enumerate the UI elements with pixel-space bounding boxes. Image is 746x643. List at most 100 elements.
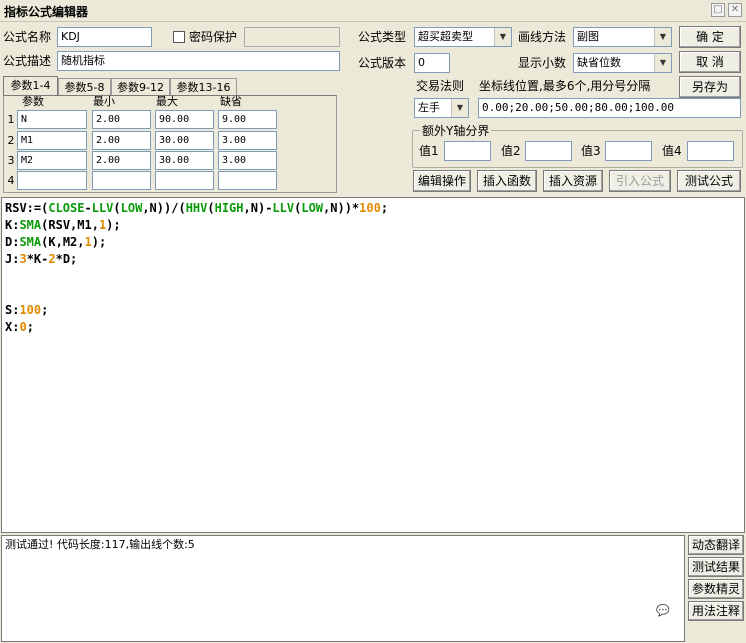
extra-y-input-1[interactable]	[444, 141, 491, 161]
code-line: K:SMA(RSV,M1,1);	[5, 217, 741, 234]
param-wizard-button[interactable]: 参数精灵	[688, 579, 744, 599]
usage-notes-button[interactable]: 用法注释	[688, 601, 744, 621]
param-max-input[interactable]	[155, 171, 214, 190]
chevron-down-icon[interactable]: ▼	[654, 54, 671, 72]
cancel-button[interactable]: 取 消	[679, 51, 741, 73]
code-token: 2	[48, 252, 56, 266]
coord-lines-label: 坐标线位置,最多6个,用分号分隔	[479, 79, 651, 93]
coord-lines-input[interactable]: 0.00;20.00;50.00;80.00;100.00	[478, 98, 741, 118]
chevron-down-icon[interactable]: ▼	[654, 28, 671, 46]
param-max-input[interactable]: 30.00	[155, 131, 214, 150]
param-name-input[interactable]: N	[17, 110, 87, 129]
code-token: (	[207, 201, 215, 215]
edit-operation-button[interactable]: 编辑操作	[413, 170, 471, 192]
param-header-name: 参数	[22, 95, 44, 108]
import-formula-button[interactable]: 引入公式	[609, 170, 671, 192]
code-token: S:	[5, 303, 20, 317]
code-token: SMA	[19, 235, 42, 249]
param-name-input[interactable]: M2	[17, 151, 87, 170]
insert-resource-button[interactable]: 插入资源	[543, 170, 603, 192]
code-token: RSV:=(	[5, 201, 49, 215]
show-decimal-label: 显示小数	[518, 56, 567, 70]
password-checkbox[interactable]	[173, 31, 185, 43]
formula-type-label: 公式类型	[358, 30, 407, 44]
restore-icon[interactable]: □	[711, 3, 725, 17]
formula-version-input[interactable]: 0	[414, 53, 450, 73]
param-default-input[interactable]: 3.00	[218, 131, 277, 150]
code-token: (RSV,M1,	[41, 218, 99, 232]
watermark-logo: 💬	[656, 604, 670, 617]
trade-rule-select[interactable]: 左手 ▼	[414, 98, 469, 118]
code-token: HHV	[185, 201, 208, 215]
trade-rule-label: 交易法则	[416, 79, 465, 93]
password-label: 密码保护	[189, 30, 238, 44]
code-token: K:	[5, 218, 20, 232]
param-min-input[interactable]: 2.00	[92, 131, 151, 150]
code-token: *K-	[26, 252, 49, 266]
close-icon[interactable]: ✕	[728, 3, 742, 17]
chevron-down-icon[interactable]: ▼	[494, 28, 511, 46]
param-min-input[interactable]	[92, 171, 151, 190]
show-decimal-select[interactable]: 缺省位数 ▼	[573, 53, 672, 73]
formula-name-input[interactable]: KDJ	[57, 27, 152, 47]
formula-type-value: 超买超卖型	[418, 30, 473, 43]
formula-name-label: 公式名称	[3, 30, 52, 44]
param-header-min: 最小	[93, 95, 115, 108]
save-as-button[interactable]: 另存为	[679, 76, 741, 98]
code-token: LOW	[301, 201, 324, 215]
code-token: LLV	[91, 201, 114, 215]
code-token: ,N)-	[243, 201, 273, 215]
title-bar: 指标公式编辑器 □ ✕	[0, 0, 746, 22]
param-min-input[interactable]: 2.00	[92, 110, 151, 129]
param-row-num: 2	[7, 134, 15, 147]
param-name-input[interactable]	[17, 171, 87, 190]
test-result-button[interactable]: 测试结果	[688, 557, 744, 577]
code-token: 1	[84, 235, 92, 249]
tab-params-1-4[interactable]: 参数1-4	[3, 76, 58, 96]
show-decimal-value: 缺省位数	[577, 56, 621, 69]
code-line: S:100;	[5, 302, 741, 319]
param-row-num: 1	[7, 113, 15, 126]
chevron-down-icon[interactable]: ▼	[451, 99, 468, 117]
insert-function-button[interactable]: 插入函数	[477, 170, 537, 192]
code-token: );	[106, 218, 121, 232]
output-panel: 测试通过! 代码长度:117,输出线个数:5	[1, 535, 685, 642]
param-default-input[interactable]: 9.00	[218, 110, 277, 129]
param-default-input[interactable]: 3.00	[218, 151, 277, 170]
code-line: D:SMA(K,M2,1);	[5, 234, 741, 251]
param-default-input[interactable]	[218, 171, 277, 190]
code-token: SMA	[19, 218, 42, 232]
param-row-num: 4	[7, 174, 15, 187]
code-token: ,N))/(	[142, 201, 186, 215]
test-formula-button[interactable]: 测试公式	[677, 170, 741, 192]
formula-version-label: 公式版本	[358, 56, 407, 70]
extra-y-label-1: 值1	[419, 144, 439, 158]
draw-method-select[interactable]: 副图 ▼	[573, 27, 672, 47]
extra-y-input-2[interactable]	[525, 141, 572, 161]
formula-type-select[interactable]: 超买超卖型 ▼	[414, 27, 512, 47]
extra-y-label-4: 值4	[662, 144, 682, 158]
code-token: X:	[5, 320, 20, 334]
draw-method-value: 副图	[577, 30, 599, 43]
window-title: 指标公式编辑器	[4, 5, 89, 19]
code-token: CLOSE	[48, 201, 85, 215]
code-token: (K,M2,	[41, 235, 85, 249]
extra-y-input-4[interactable]	[687, 141, 734, 161]
ok-button[interactable]: 确 定	[679, 26, 741, 48]
code-token: HIGH	[214, 201, 244, 215]
extra-y-input-3[interactable]	[605, 141, 652, 161]
output-text: 测试通过! 代码长度:117,输出线个数:5	[5, 538, 195, 551]
formula-desc-input[interactable]: 随机指标	[57, 51, 340, 71]
draw-method-label: 画线方法	[518, 30, 567, 44]
param-max-input[interactable]: 90.00	[155, 110, 214, 129]
code-token: );	[91, 235, 107, 249]
param-name-input[interactable]: M1	[17, 131, 87, 150]
param-max-input[interactable]: 30.00	[155, 151, 214, 170]
code-token: J:	[5, 252, 20, 266]
dynamic-translate-button[interactable]: 动态翻译	[688, 535, 744, 555]
password-input[interactable]	[244, 27, 340, 47]
param-min-input[interactable]: 2.00	[92, 151, 151, 170]
code-editor[interactable]: RSV:=(CLOSE-LLV(LOW,N))/(HHV(HIGH,N)-LLV…	[1, 197, 745, 533]
